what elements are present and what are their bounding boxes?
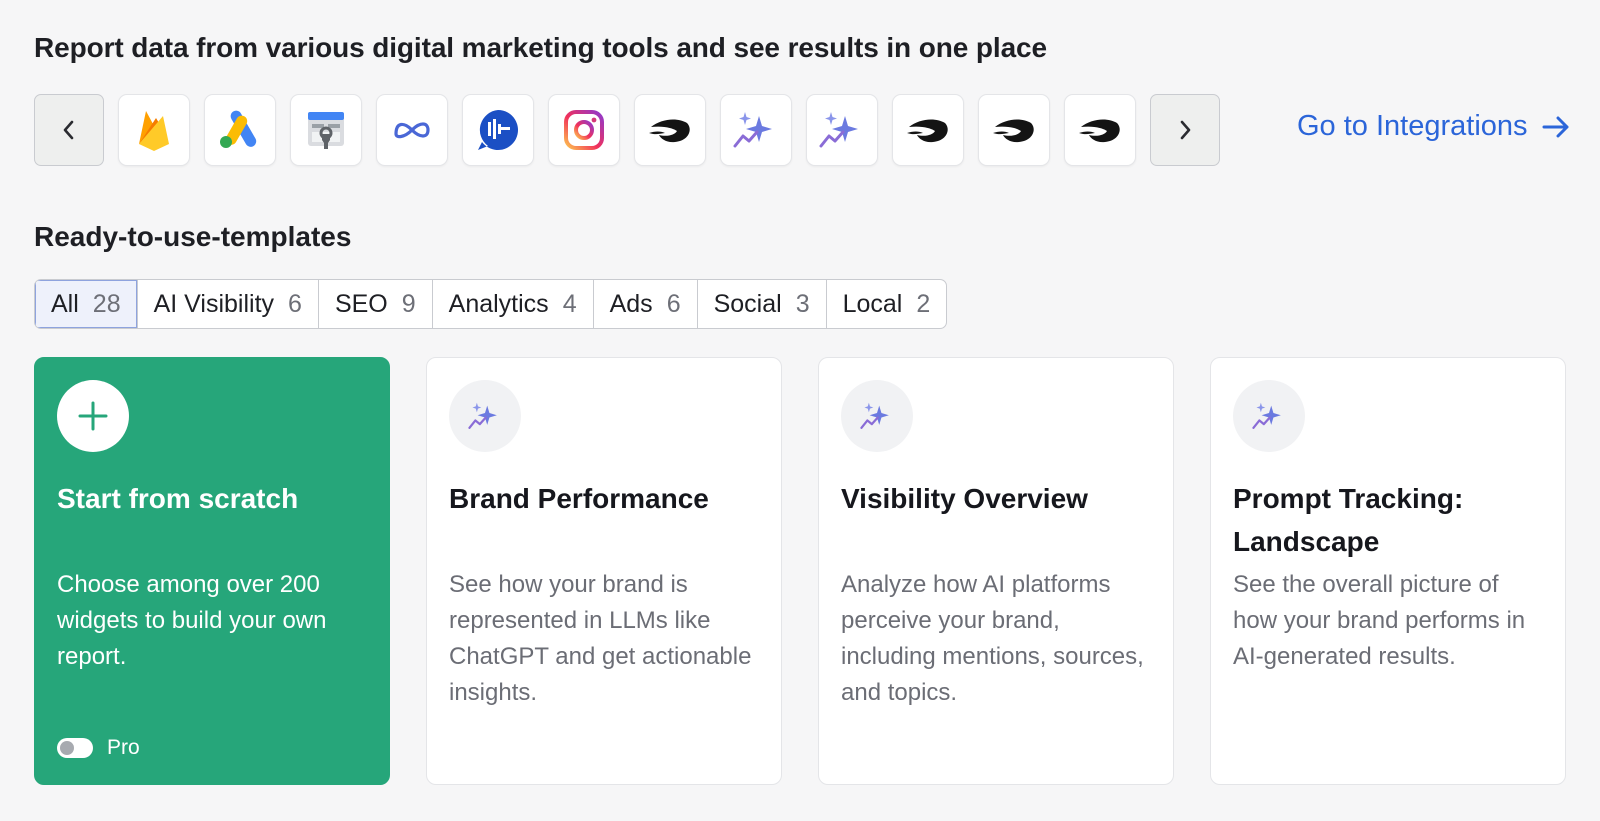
tab-count: 2 <box>916 289 931 318</box>
templates-heading: Ready-to-use-templates <box>34 221 352 252</box>
go-to-integrations-label: Go to Integrations <box>1297 110 1528 142</box>
tab-social[interactable]: Social 3 <box>698 280 827 328</box>
plus-icon <box>78 401 108 431</box>
integrations-carousel <box>34 94 1220 166</box>
card-prompt-tracking-landscape[interactable]: Prompt Tracking: Landscape See the overa… <box>1210 357 1566 785</box>
card-visibility-overview[interactable]: Visibility Overview Analyze how AI platf… <box>818 357 1174 785</box>
tab-label: Local <box>842 289 903 318</box>
tab-analytics[interactable]: Analytics 4 <box>433 280 594 328</box>
tab-all[interactable]: All 28 <box>35 280 138 328</box>
pro-toggle-row: Pro <box>57 736 140 760</box>
template-cards: Start from scratch Choose among over 200… <box>34 357 1566 785</box>
card-brand-performance[interactable]: Brand Performance See how your brand is … <box>426 357 782 785</box>
card-description: See the overall picture of how your bran… <box>1233 571 1526 670</box>
card-start-from-scratch[interactable]: Start from scratch Choose among over 200… <box>34 357 390 785</box>
go-to-integrations-link[interactable]: Go to Integrations <box>1297 110 1570 143</box>
integration-firebase[interactable] <box>118 94 190 166</box>
icon-circle <box>449 380 521 452</box>
instagram-icon <box>564 110 604 150</box>
pro-label: Pro <box>107 736 140 759</box>
card-description: Analyze how AI platforms perceive your b… <box>841 571 1144 706</box>
integration-ai-sparkle-1[interactable] <box>720 94 792 166</box>
google-search-console-icon <box>308 112 344 149</box>
integration-semrush-2[interactable] <box>892 94 964 166</box>
semrush-icon <box>649 119 690 143</box>
card-description: See how your brand is represented in LLM… <box>449 571 752 706</box>
pro-toggle[interactable] <box>57 738 93 758</box>
tab-count: 3 <box>795 289 810 318</box>
carousel-next-button[interactable] <box>1150 94 1220 166</box>
card-description: Choose among over 200 widgets to build y… <box>57 571 327 670</box>
tab-label: Analytics <box>448 289 549 318</box>
tab-count: 6 <box>666 289 681 318</box>
tab-label: Social <box>713 289 782 318</box>
integration-meta[interactable] <box>376 94 448 166</box>
semrush-icon <box>993 119 1034 143</box>
carousel-prev-button[interactable] <box>34 94 104 166</box>
tab-label: SEO <box>334 289 388 318</box>
tab-count: 28 <box>92 289 121 318</box>
integration-dialpad[interactable] <box>462 94 534 166</box>
page-heading: Report data from various digital marketi… <box>34 32 1047 63</box>
tab-ads[interactable]: Ads 6 <box>594 280 698 328</box>
tab-count: 6 <box>288 289 302 318</box>
ai-sparkle-icon <box>1252 402 1281 429</box>
card-title: Prompt Tracking: Landscape <box>1233 483 1464 557</box>
integration-google-ads[interactable] <box>204 94 276 166</box>
icon-circle <box>1233 380 1305 452</box>
page: Report data from various digital marketi… <box>0 0 1600 821</box>
integration-instagram[interactable] <box>548 94 620 166</box>
integration-semrush-3[interactable] <box>978 94 1050 166</box>
meta-icon <box>394 122 430 139</box>
tab-label: Ads <box>609 289 653 318</box>
ai-sparkle-icon <box>733 112 772 148</box>
integration-google-search-console[interactable] <box>290 94 362 166</box>
semrush-icon <box>907 119 948 143</box>
chevron-left-icon <box>63 120 74 140</box>
arrow-right-icon <box>1542 116 1569 137</box>
tab-label: All <box>51 289 79 318</box>
tab-ai-visibility[interactable]: AI Visibility 6 <box>138 280 319 328</box>
card-title: Visibility Overview <box>841 483 1088 514</box>
tab-local[interactable]: Local 2 <box>827 280 947 328</box>
google-ads-icon <box>220 110 257 148</box>
tab-count: 4 <box>562 289 577 318</box>
semrush-icon <box>1079 119 1120 143</box>
integration-semrush-4[interactable] <box>1064 94 1136 166</box>
tab-label: AI Visibility <box>153 289 275 318</box>
icon-circle <box>57 380 129 452</box>
template-filter-tabs: All 28 AI Visibility 6 SEO 9 Analytics 4… <box>34 279 948 329</box>
dialpad-icon <box>478 110 518 150</box>
ai-sparkle-icon <box>860 402 889 429</box>
integration-ai-sparkle-2[interactable] <box>806 94 878 166</box>
tab-seo[interactable]: SEO 9 <box>319 280 433 328</box>
tab-count: 9 <box>401 289 416 318</box>
card-title: Start from scratch <box>57 483 299 514</box>
chevron-right-icon <box>1180 120 1191 140</box>
ai-sparkle-icon <box>819 112 858 148</box>
ai-sparkle-icon <box>468 402 497 429</box>
card-title: Brand Performance <box>449 483 709 514</box>
icon-circle <box>841 380 913 452</box>
firebase-icon <box>139 111 169 151</box>
integration-semrush-1[interactable] <box>634 94 706 166</box>
